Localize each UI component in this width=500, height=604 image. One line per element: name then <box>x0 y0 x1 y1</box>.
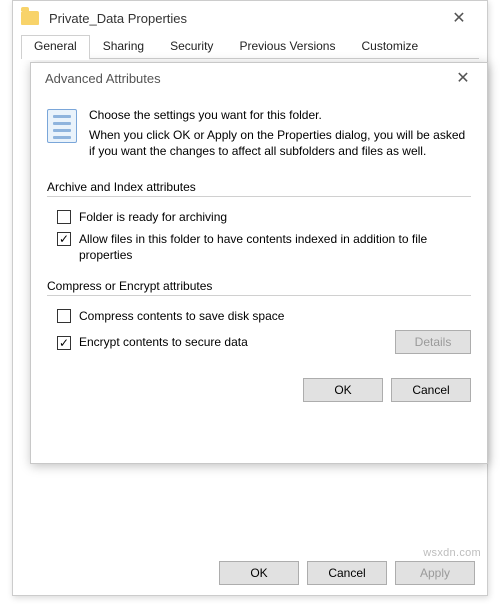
tab-security[interactable]: Security <box>157 35 226 59</box>
compress-encrypt-title: Compress or Encrypt attributes <box>47 279 218 293</box>
ok-button[interactable]: OK <box>219 561 299 585</box>
compress-checkbox-row[interactable]: Compress contents to save disk space <box>57 308 471 324</box>
properties-title: Private_Data Properties <box>49 11 439 26</box>
archive-index-title: Archive and Index attributes <box>47 180 202 194</box>
intro-line1: Choose the settings you want for this fo… <box>89 107 471 123</box>
intro-text: Choose the settings you want for this fo… <box>89 107 471 160</box>
settings-list-icon <box>47 109 77 143</box>
divider <box>47 196 471 197</box>
ok-button[interactable]: OK <box>303 378 383 402</box>
advanced-button-row: OK Cancel <box>31 368 487 402</box>
compress-encrypt-group: Compress or Encrypt attributes Compress … <box>47 277 471 354</box>
checkbox-index[interactable] <box>57 232 71 246</box>
tab-previous-versions[interactable]: Previous Versions <box>226 35 348 59</box>
details-button[interactable]: Details <box>395 330 471 354</box>
checkbox-encrypt[interactable] <box>57 336 71 350</box>
encrypt-checkbox-row[interactable]: Encrypt contents to secure data <box>57 335 387 350</box>
advanced-title: Advanced Attributes <box>45 71 447 86</box>
tab-customize[interactable]: Customize <box>348 35 431 59</box>
archive-index-group: Archive and Index attributes Folder is r… <box>47 178 471 264</box>
intro-line2: When you click OK or Apply on the Proper… <box>89 127 471 159</box>
tab-sharing[interactable]: Sharing <box>90 35 157 59</box>
properties-tabs: General Sharing Security Previous Versio… <box>13 35 487 59</box>
encrypt-label: Encrypt contents to secure data <box>79 335 248 349</box>
properties-titlebar: Private_Data Properties ✕ <box>13 1 487 35</box>
advanced-body: Choose the settings you want for this fo… <box>31 93 487 354</box>
close-icon[interactable]: ✕ <box>439 4 479 32</box>
folder-icon <box>21 11 39 25</box>
apply-button[interactable]: Apply <box>395 561 475 585</box>
watermark: wsxdn.com <box>423 547 481 559</box>
checkbox-archive[interactable] <box>57 210 71 224</box>
properties-button-row: OK Cancel Apply <box>219 561 475 585</box>
advanced-titlebar: Advanced Attributes ✕ <box>31 63 487 93</box>
intro-row: Choose the settings you want for this fo… <box>47 107 471 160</box>
divider <box>47 295 471 296</box>
close-icon[interactable]: ✕ <box>447 64 479 92</box>
advanced-attributes-dialog: Advanced Attributes ✕ Choose the setting… <box>30 62 488 464</box>
tab-general[interactable]: General <box>21 35 90 59</box>
cancel-button[interactable]: Cancel <box>307 561 387 585</box>
index-label: Allow files in this folder to have conte… <box>79 231 471 263</box>
cancel-button[interactable]: Cancel <box>391 378 471 402</box>
archive-label: Folder is ready for archiving <box>79 209 227 225</box>
archive-checkbox-row[interactable]: Folder is ready for archiving <box>57 209 471 225</box>
compress-label: Compress contents to save disk space <box>79 308 284 324</box>
checkbox-compress[interactable] <box>57 309 71 323</box>
encrypt-row: Encrypt contents to secure data Details <box>57 330 471 354</box>
index-checkbox-row[interactable]: Allow files in this folder to have conte… <box>57 231 471 263</box>
